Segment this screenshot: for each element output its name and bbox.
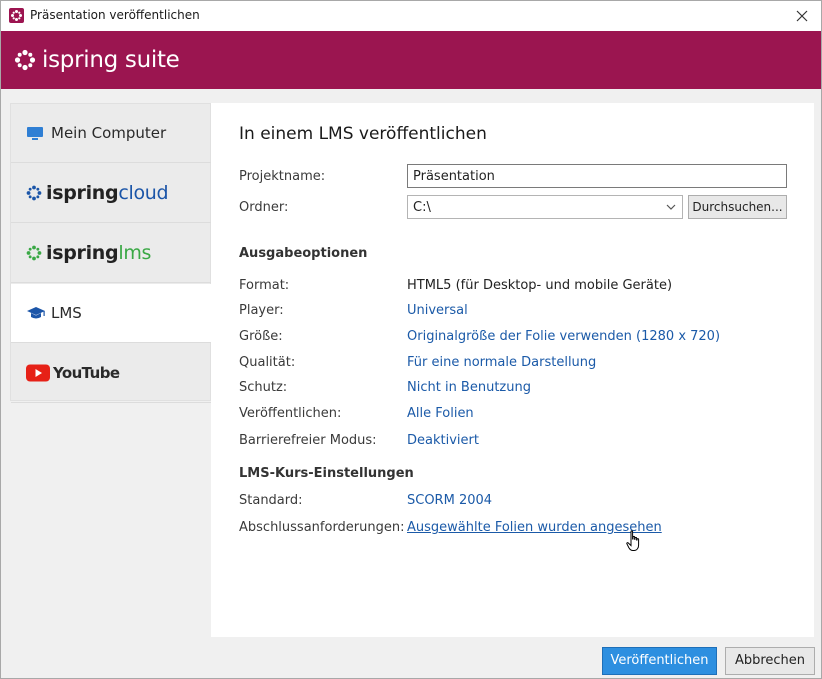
- protection-label: Schutz:: [239, 380, 288, 395]
- sidebar-item-label: LMS: [51, 304, 82, 322]
- hand-cursor-icon: [626, 530, 640, 551]
- size-link[interactable]: Originalgröße der Folie verwenden (1280 …: [407, 329, 720, 344]
- folder-label: Ordner:: [239, 200, 289, 215]
- protection-link[interactable]: Nicht in Benutzung: [407, 380, 531, 395]
- page-title: In einem LMS veröffentlichen: [239, 124, 487, 144]
- ispring-flower-icon: [14, 49, 36, 71]
- folder-value: C:\: [413, 200, 431, 215]
- window-title: Präsentation veröffentlichen: [30, 8, 200, 22]
- sidebar-item-youtube[interactable]: YouTube: [11, 344, 212, 403]
- cancel-button[interactable]: Abbrechen: [725, 647, 815, 675]
- close-icon: [796, 10, 808, 22]
- wordmark-ispring: ispring: [46, 182, 119, 204]
- brand-name: ispring suite: [42, 47, 180, 73]
- wordmark-lms: lms: [118, 242, 152, 264]
- title-bar: Präsentation veröffentlichen: [1, 1, 821, 31]
- chevron-down-icon: [666, 204, 676, 210]
- ispring-cloud-logo: [26, 185, 42, 201]
- completion-requirements-link[interactable]: Ausgewählte Folien wurden angesehen: [407, 520, 662, 535]
- sidebar-item-ispring-lms[interactable]: ispringlms: [11, 224, 212, 283]
- ispring-cloud-wordmark: ispringcloud: [46, 182, 169, 204]
- format-value: HTML5 (für Desktop- und mobile Geräte): [407, 278, 673, 293]
- standard-link[interactable]: SCORM 2004: [407, 493, 492, 508]
- graduation-cap-icon: [27, 307, 45, 319]
- ispring-app-icon: [9, 8, 24, 23]
- sidebar-item-mein-computer[interactable]: Mein Computer: [11, 104, 212, 163]
- quality-label: Qualität:: [239, 355, 296, 370]
- accessibility-mode-label: Barrierefreier Modus:: [239, 433, 377, 448]
- ispring-lms-logo: [26, 245, 42, 261]
- ispring-suite-logo: ispring suite: [14, 45, 180, 75]
- close-button[interactable]: [791, 5, 813, 27]
- accessibility-mode-link[interactable]: Deaktiviert: [407, 433, 479, 448]
- sidebar-item-lms[interactable]: LMS: [11, 284, 212, 343]
- output-options-heading: Ausgabeoptionen: [239, 246, 368, 261]
- brand-header: ispring suite: [1, 31, 821, 89]
- project-name-label: Projektname:: [239, 169, 326, 184]
- completion-requirements-label: Abschlussanforderungen:: [239, 520, 405, 535]
- publish-target-sidebar: Mein Computer ispringcloud ispringlms LM…: [10, 103, 212, 403]
- publish-button[interactable]: Veröffentlichen: [602, 647, 717, 675]
- browse-button[interactable]: Durchsuchen...: [688, 195, 787, 219]
- player-label: Player:: [239, 303, 284, 318]
- publish-scope-link[interactable]: Alle Folien: [407, 406, 474, 421]
- sidebar-item-label: Mein Computer: [51, 124, 167, 142]
- monitor-icon: [27, 127, 43, 140]
- ispring-lms-wordmark: ispringlms: [46, 242, 151, 264]
- size-label: Größe:: [239, 329, 283, 344]
- sidebar-item-ispring-cloud[interactable]: ispringcloud: [11, 164, 212, 223]
- standard-label: Standard:: [239, 493, 303, 508]
- wordmark-cloud: cloud: [118, 182, 169, 204]
- sidebar-item-label: YouTube: [53, 364, 120, 382]
- wordmark-ispring: ispring: [46, 242, 119, 264]
- youtube-logo: [26, 364, 50, 382]
- publish-dialog: Präsentation veröffentlichen ispring sui…: [0, 0, 822, 679]
- format-label: Format:: [239, 278, 290, 293]
- publish-scope-label: Veröffentlichen:: [239, 406, 342, 421]
- folder-select[interactable]: C:\: [407, 195, 683, 219]
- player-link[interactable]: Universal: [407, 303, 468, 318]
- project-name-input[interactable]: Präsentation: [407, 164, 787, 188]
- publish-settings-panel: In einem LMS veröffentlichen Projektname…: [211, 103, 814, 637]
- quality-link[interactable]: Für eine normale Darstellung: [407, 355, 596, 370]
- lms-settings-heading: LMS-Kurs-Einstellungen: [239, 466, 414, 481]
